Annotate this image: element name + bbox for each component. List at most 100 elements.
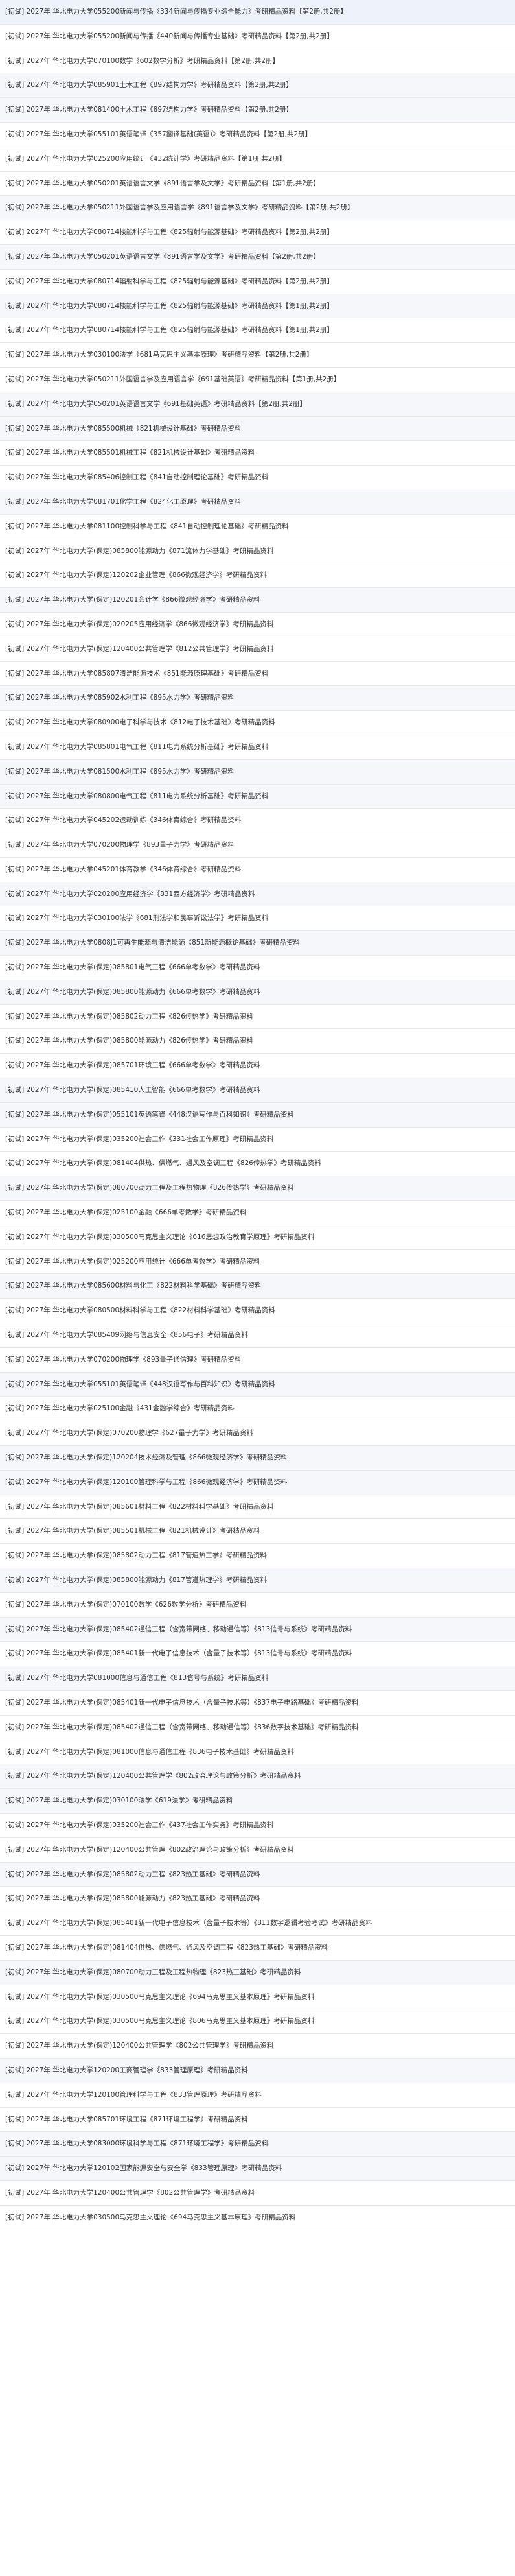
item-title-link[interactable]: [初试] 2027年 华北电力大学050201英语语言文学《891语言学及文学》… xyxy=(5,180,320,187)
list-item[interactable]: [初试] 2027年 华北电力大学(保定)081404供热、供燃气、通风及空调工… xyxy=(0,1935,515,1961)
item-title-link[interactable]: [初试] 2027年 华北电力大学(保定)120100管理科学与工程《866微观… xyxy=(5,1478,287,1486)
list-item[interactable]: [初试] 2027年 华北电力大学055200新闻与传播《440新闻与传播专业基… xyxy=(0,24,515,49)
item-title-link[interactable]: [初试] 2027年 华北电力大学(保定)081000信息与通信工程《836电子… xyxy=(5,1748,294,1756)
list-item[interactable]: [初试] 2027年 华北电力大学085902水利工程《895水力学》考研精品资… xyxy=(0,686,515,711)
list-item[interactable]: [初试] 2027年 华北电力大学(保定)085802动力工程《817管道热工学… xyxy=(0,1544,515,1568)
list-item[interactable]: [初试] 2027年 华北电力大学(保定)120400公共管理学《812公共管理… xyxy=(0,637,515,662)
list-item[interactable]: [初试] 2027年 华北电力大学081000信息与通信工程《813信号与系统》… xyxy=(0,1666,515,1691)
list-item[interactable]: [初试] 2027年 华北电力大学(保定)085802动力工程《823热工基础》… xyxy=(0,1862,515,1887)
list-item[interactable]: [初试] 2027年 华北电力大学(保定)085802动力工程《826传热学》考… xyxy=(0,1004,515,1030)
list-item[interactable]: [初试] 2027年 华北电力大学085409网络与信息安全《856电子》考研精… xyxy=(0,1323,515,1348)
list-item[interactable]: [初试] 2027年 华北电力大学085801电气工程《811电力系统分析基础》… xyxy=(0,735,515,760)
list-item[interactable]: [初试] 2027年 华北电力大学081400土木工程《897结构力学》考研精品… xyxy=(0,98,515,123)
item-title-link[interactable]: [初试] 2027年 华北电力大学080800电气工程《811电力系统分析基础》… xyxy=(5,792,268,800)
item-title-link[interactable]: [初试] 2027年 华北电力大学120400公共管理学《802公共管理学》考研… xyxy=(5,2189,255,2197)
item-title-link[interactable]: [初试] 2027年 华北电力大学(保定)085402通信工程（含宽带网络、移动… xyxy=(5,1723,359,1731)
item-title-link[interactable]: [初试] 2027年 华北电力大学0808J1可再生能源与清洁能源《851新能源… xyxy=(5,939,300,947)
list-item[interactable]: [初试] 2027年 华北电力大学(保定)085401新一代电子信息技术（含量子… xyxy=(0,1642,515,1667)
item-title-link[interactable]: [初试] 2027年 华北电力大学(保定)085801电气工程《666单考数学》… xyxy=(5,963,260,971)
item-title-link[interactable]: [初试] 2027年 华北电力大学(保定)025100金融《666单考数学》考研… xyxy=(5,1209,246,1216)
item-title-link[interactable]: [初试] 2027年 华北电力大学070200物理学《893量子通信理》考研精品… xyxy=(5,1356,241,1364)
list-item[interactable]: [初试] 2027年 华北电力大学025100金融《431金融学综合》考研精品资… xyxy=(0,1397,515,1422)
item-title-link[interactable]: [初试] 2027年 华北电力大学(保定)081404供热、供燃气、通风及空调工… xyxy=(5,1944,328,1952)
list-item[interactable]: [初试] 2027年 华北电力大学(保定)085800能源动力《666单考数学》… xyxy=(0,980,515,1005)
list-item[interactable]: [初试] 2027年 华北电力大学120102国家能源安全与安全学《833管理原… xyxy=(0,2157,515,2181)
list-item[interactable]: [初试] 2027年 华北电力大学(保定)081404供热、供燃气、通风及空调工… xyxy=(0,1152,515,1177)
list-item[interactable]: [初试] 2027年 华北电力大学(保定)120400公共管理学《802公共管理… xyxy=(0,2034,515,2059)
list-item[interactable]: [初试] 2027年 华北电力大学080714核能科学与工程《825辐射与能源基… xyxy=(0,318,515,344)
item-title-link[interactable]: [初试] 2027年 华北电力大学081701化学工程《824化工原理》考研精品… xyxy=(5,498,241,506)
list-item[interactable]: [初试] 2027年 华北电力大学(保定)025100金融《666单考数学》考研… xyxy=(0,1201,515,1225)
item-title-link[interactable]: [初试] 2027年 华北电力大学085500机械《821机械设计基础》考研精品… xyxy=(5,425,241,432)
item-title-link[interactable]: [初试] 2027年 华北电力大学080714核能科学与工程《825辐射与能源基… xyxy=(5,302,334,310)
list-item[interactable]: [初试] 2027年 华北电力大学(保定)030500马克思主义理论《694马克… xyxy=(0,1985,515,2010)
list-item[interactable]: [初试] 2027年 华北电力大学(保定)085601材料工程《822材料科学基… xyxy=(0,1495,515,1520)
item-title-link[interactable]: [初试] 2027年 华北电力大学080900电子科学与技术《812电子技术基础… xyxy=(5,718,275,726)
item-title-link[interactable]: [初试] 2027年 华北电力大学(保定)085601材料工程《822材料科学基… xyxy=(5,1503,273,1511)
item-title-link[interactable]: [初试] 2027年 华北电力大学070100数学《602数学分析》考研精品资料… xyxy=(5,57,279,65)
list-item[interactable]: [初试] 2027年 华北电力大学080714辐射科学与工程《825辐射与能源基… xyxy=(0,269,515,294)
list-item[interactable]: [初试] 2027年 华北电力大学(保定)035200社会工作《331社会工作原… xyxy=(0,1127,515,1152)
item-title-link[interactable]: [初试] 2027年 华北电力大学055200新闻与传播《334新闻与传播专业综… xyxy=(5,8,347,16)
item-title-link[interactable]: [初试] 2027年 华北电力大学(保定)085401新一代电子信息技术（含量子… xyxy=(5,1919,372,1927)
item-title-link[interactable]: [初试] 2027年 华北电力大学120102国家能源安全与安全学《833管理原… xyxy=(5,2164,282,2172)
list-item[interactable]: [初试] 2027年 华北电力大学(保定)080700动力工程及工程热物理《82… xyxy=(0,1960,515,1985)
item-title-link[interactable]: [初试] 2027年 华北电力大学120200工商管理学《833管理原理》考研精… xyxy=(5,2066,248,2074)
item-title-link[interactable]: [初试] 2027年 华北电力大学(保定)085802动力工程《823热工基础》… xyxy=(5,1871,260,1878)
list-item[interactable]: [初试] 2027年 华北电力大学045201体育教学《346体育综合》考研精品… xyxy=(0,857,515,882)
item-title-link[interactable]: [初试] 2027年 华北电力大学081100控制科学与工程《841自动控制理论… xyxy=(5,523,289,530)
list-item[interactable]: [初试] 2027年 华北电力大学(保定)120400公共管理学《802政治理论… xyxy=(0,1764,515,1790)
item-title-link[interactable]: [初试] 2027年 华北电力大学080714辐射科学与工程《825辐射与能源基… xyxy=(5,278,334,285)
item-title-link[interactable]: [初试] 2027年 华北电力大学085409网络与信息安全《856电子》考研精… xyxy=(5,1331,248,1339)
item-title-link[interactable]: [初试] 2027年 华北电力大学(保定)085800能源动力《666单考数学》… xyxy=(5,988,260,996)
list-item[interactable]: [初试] 2027年 华北电力大学120200工商管理学《833管理原理》考研精… xyxy=(0,2058,515,2083)
item-title-link[interactable]: [初试] 2027年 华北电力大学085902水利工程《895水力学》考研精品资… xyxy=(5,694,235,702)
item-title-link[interactable]: [初试] 2027年 华北电力大学(保定)085800能源动力《823热工基础》… xyxy=(5,1895,260,1902)
item-title-link[interactable]: [初试] 2027年 华北电力大学085701环境工程《871环境工程学》考研精… xyxy=(5,2116,248,2123)
list-item[interactable]: [初试] 2027年 华北电力大学(保定)120202企业管理《866微观经济学… xyxy=(0,563,515,589)
list-item[interactable]: [初试] 2027年 华北电力大学055200新闻与传播《334新闻与传播专业综… xyxy=(0,0,515,25)
item-title-link[interactable]: [初试] 2027年 华北电力大学045201体育教学《346体育综合》考研精品… xyxy=(5,866,241,873)
list-item[interactable]: [初试] 2027年 华北电力大学080714核能科学与工程《825辐射与能源基… xyxy=(0,294,515,319)
list-item[interactable]: [初试] 2027年 华北电力大学(保定)030100法学《619法学》考研精品… xyxy=(0,1789,515,1814)
list-item[interactable]: [初试] 2027年 华北电力大学085701环境工程《871环境工程学》考研精… xyxy=(0,2107,515,2133)
list-item[interactable]: [初试] 2027年 华北电力大学(保定)085402通信工程（含宽带网络、移动… xyxy=(0,1715,515,1740)
list-item[interactable]: [初试] 2027年 华北电力大学(保定)080700动力工程及工程热物理《82… xyxy=(0,1176,515,1201)
item-title-link[interactable]: [初试] 2027年 华北电力大学055200新闻与传播《440新闻与传播专业基… xyxy=(5,32,334,40)
list-item[interactable]: [初试] 2027年 华北电力大学080714核能科学与工程《825辐射与能源基… xyxy=(0,220,515,245)
list-item[interactable]: [初试] 2027年 华北电力大学(保定)085701环境工程《666单考数学》… xyxy=(0,1054,515,1079)
item-title-link[interactable]: [初试] 2027年 华北电力大学(保定)085800能源动力《826传热学》考… xyxy=(5,1037,253,1045)
list-item[interactable]: [初试] 2027年 华北电力大学(保定)085501机械工程《821机械设计》… xyxy=(0,1519,515,1544)
list-item[interactable]: [初试] 2027年 华北电力大学(保定)085800能源动力《817管道热理学… xyxy=(0,1568,515,1593)
item-title-link[interactable]: [初试] 2027年 华北电力大学085901土木工程《897结构力学》考研精品… xyxy=(5,81,293,89)
item-title-link[interactable]: [初试] 2027年 华北电力大学025200应用统计《432统计学》考研精品资… xyxy=(5,155,286,163)
item-title-link[interactable]: [初试] 2027年 华北电力大学(保定)085800能源动力《817管道热理学… xyxy=(5,1576,267,1584)
list-item[interactable]: [初试] 2027年 华北电力大学(保定)120201会计学《866微观经济学》… xyxy=(0,588,515,613)
list-item[interactable]: [初试] 2027年 华北电力大学(保定)085800能源动力《823热工基础》… xyxy=(0,1887,515,1912)
item-title-link[interactable]: [初试] 2027年 华北电力大学(保定)120202企业管理《866微观经济学… xyxy=(5,571,267,579)
item-title-link[interactable]: [初试] 2027年 华北电力大学080500材料科学与工程《822材料科学基础… xyxy=(5,1306,275,1314)
item-title-link[interactable]: [初试] 2027年 华北电力大学(保定)085501机械工程《821机械设计》… xyxy=(5,1527,260,1535)
item-title-link[interactable]: [初试] 2027年 华北电力大学045202运动训练《346体育综合》考研精品… xyxy=(5,816,241,824)
item-title-link[interactable]: [初试] 2027年 华北电力大学085406控制工程《841自动控制理论基础》… xyxy=(5,473,268,481)
list-item[interactable]: [初试] 2027年 华北电力大学(保定)085800能源动力《871流体力学基… xyxy=(0,539,515,564)
list-item[interactable]: [初试] 2027年 华北电力大学070100数学《602数学分析》考研精品资料… xyxy=(0,49,515,74)
list-item[interactable]: [初试] 2027年 华北电力大学(保定)085402通信工程（含宽带网络、移动… xyxy=(0,1617,515,1642)
list-item[interactable]: [初试] 2027年 华北电力大学(保定)085410人工智能《666单考数学》… xyxy=(0,1078,515,1103)
list-item[interactable]: [初试] 2027年 华北电力大学020200应用经济学《831西方经济学》考研… xyxy=(0,882,515,907)
item-title-link[interactable]: [初试] 2027年 华北电力大学(保定)070200物理学《627量子力学》考… xyxy=(5,1429,253,1437)
list-item[interactable]: [初试] 2027年 华北电力大学(保定)120100管理科学与工程《866微观… xyxy=(0,1470,515,1495)
item-title-link[interactable]: [初试] 2027年 华北电力大学030100法学《681马克思主义基本原理》考… xyxy=(5,351,313,359)
list-item[interactable]: [初试] 2027年 华北电力大学(保定)085401新一代电子信息技术（含量子… xyxy=(0,1690,515,1716)
list-item[interactable]: [初试] 2027年 华北电力大学085901土木工程《897结构力学》考研精品… xyxy=(0,73,515,99)
list-item[interactable]: [初试] 2027年 华北电力大学030100法学《681刑法学和民事诉讼法学》… xyxy=(0,906,515,932)
list-item[interactable]: [初试] 2027年 华北电力大学055101英语笔译《448汉语写作与百科知识… xyxy=(0,1372,515,1397)
item-title-link[interactable]: [初试] 2027年 华北电力大学(保定)085701环境工程《666单考数学》… xyxy=(5,1061,260,1069)
item-title-link[interactable]: [初试] 2027年 华北电力大学080714核能科学与工程《825辐射与能源基… xyxy=(5,326,334,334)
item-title-link[interactable]: [初试] 2027年 华北电力大学070200物理学《893量子力学》考研精品资… xyxy=(5,841,235,849)
item-title-link[interactable]: [初试] 2027年 华北电力大学(保定)120400公共管理学《812公共管理… xyxy=(5,645,273,653)
item-title-link[interactable]: [初试] 2027年 华北电力大学085801电气工程《811电力系统分析基础》… xyxy=(5,743,268,751)
item-title-link[interactable]: [初试] 2027年 华北电力大学(保定)120400公共管理《802政治理论与… xyxy=(5,1846,294,1854)
list-item[interactable]: [初试] 2027年 华北电力大学0808J1可再生能源与清洁能源《851新能源… xyxy=(0,931,515,956)
list-item[interactable]: [初试] 2027年 华北电力大学080500材料科学与工程《822材料科学基础… xyxy=(0,1299,515,1324)
